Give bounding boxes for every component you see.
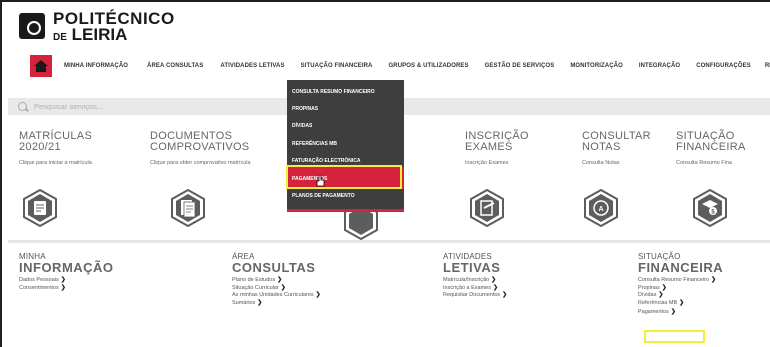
nav-integracao[interactable]: INTEGRAÇÃO [639, 63, 680, 69]
link-unidades-curriculares[interactable]: As minhas Unidades Curriculares ❯ [232, 292, 321, 300]
nav-re[interactable]: RE [765, 63, 770, 69]
link-referencias-mb[interactable]: Referências MB ❯ [638, 300, 723, 308]
logo-mark-icon [19, 13, 45, 39]
link-inscricao-exames[interactable]: Inscrição a Exames ❯ [443, 285, 507, 293]
grade-aplus-icon[interactable]: A [584, 188, 618, 228]
home-icon [34, 60, 48, 72]
card-title-line2: EXAMES [465, 141, 513, 153]
chevron-right-icon: ❯ [60, 277, 66, 283]
section-area-consultas: ÁREA CONSULTAS Plano de Estudos ❯ Situaçã… [232, 252, 321, 307]
nav-area-consultas[interactable]: ÁREA CONSULTAS [147, 63, 203, 69]
card-consultar-notas[interactable]: CONSULTAR NOTAS Consulta Notas [582, 131, 651, 167]
link-matricula-inscricao[interactable]: Matrícula/Inscrição ❯ [443, 277, 507, 285]
logo-de: DE [53, 32, 67, 43]
card-subtitle: Inscrição Exames [465, 160, 509, 166]
search-input[interactable]: Pesquisar serviços... [34, 102, 103, 111]
nav-grupos-utilizadores[interactable]: GRUPOS & UTILIZADORES [389, 63, 469, 69]
section-divider [8, 240, 770, 243]
nav-atividades-letivas[interactable]: ATIVIDADES LETIVAS [220, 63, 284, 69]
document-icon[interactable] [171, 188, 205, 228]
link-consulta-resumo[interactable]: Consulta Resumo Financeiro ❯ [638, 277, 723, 285]
chevron-right-icon: ❯ [315, 292, 321, 298]
search-icon [18, 102, 27, 111]
link-dados-pessoais[interactable]: Dados Pessoais ❯ [19, 277, 114, 285]
chevron-right-icon: ❯ [670, 309, 676, 315]
link-consentimentos[interactable]: Consentimentos ❯ [19, 285, 114, 293]
menu-item-propinas[interactable]: PROPINAS [292, 106, 318, 112]
menu-item-consulta-resumo[interactable]: CONSULTA RESUMO FINANCEIRO [292, 89, 375, 95]
card-title-line2: FINANCEIRA [676, 141, 746, 153]
link-dividas[interactable]: Dívidas ❯ [638, 292, 723, 300]
chevron-right-icon: ❯ [661, 284, 667, 291]
card-subtitle: Clique para obter comprovativo matrícula [150, 160, 251, 166]
chevron-right-icon: ❯ [60, 284, 66, 291]
svg-text:A: A [598, 206, 603, 213]
nav-configuracoes[interactable]: CONFIGURAÇÕES [696, 63, 751, 69]
hand-cursor-icon [316, 175, 325, 187]
politecnico-logo[interactable]: POLITÉCNICO DE LEIRIA [19, 10, 175, 43]
section-atividades-letivas: ATIVIDADES LETIVAS Matrícula/Inscrição ❯ … [443, 252, 507, 300]
nav-situacao-financeira[interactable]: SITUAÇÃO FINANCEIRA [301, 63, 373, 69]
section-title-line2: INFORMAÇÃO [19, 260, 114, 275]
card-documentos[interactable]: DOCUMENTOS COMPROVATIVOS Clique para obt… [150, 131, 251, 167]
card-matriculas[interactable]: MATRÍCULAS 2020/21 Clique para iniciar a… [19, 131, 92, 167]
card-subtitle: Consulta Notas [582, 160, 620, 166]
chevron-right-icon: ❯ [257, 299, 263, 306]
card-situacao-financeira[interactable]: SITUAÇÃO FINANCEIRA Consulta Resumo Fina [676, 131, 746, 167]
section-title-line2: CONSULTAS [232, 260, 316, 275]
graduation-money-icon[interactable]: $ [693, 188, 727, 228]
section-title-line2: LETIVAS [443, 260, 501, 275]
menu-item-planos-pagamento[interactable]: PLANOS DE PAGAMENTO [292, 193, 355, 199]
logo-line2: DE LEIRIA [53, 25, 175, 46]
card-subtitle: Consulta Resumo Fina [676, 160, 732, 166]
card-title-line2: NOTAS [582, 141, 621, 153]
chevron-right-icon: ❯ [493, 284, 499, 291]
section-situacao-financeira: SITUAÇÃO FINANCEIRA Consulta Resumo Fina… [638, 252, 723, 317]
highlight-box-pagamentos-link [644, 330, 705, 343]
link-situacao-curricular[interactable]: Situação Curricular ❯ [232, 285, 321, 293]
menu-item-referencias-mb[interactable]: REFERÊNCIAS MB [292, 141, 337, 147]
chevron-right-icon: ❯ [710, 277, 716, 283]
nav-minha-informacao[interactable]: MINHA INFORMAÇÃO [64, 63, 128, 69]
chevron-right-icon: ❯ [280, 284, 286, 291]
section-minha-informacao: MINHA INFORMAÇÃO Dados Pessoais ❯ Consent… [19, 252, 114, 292]
link-plano-estudos[interactable]: Plano de Estudos ❯ [232, 277, 321, 285]
section-title-line2: FINANCEIRA [638, 260, 724, 275]
section-links: Dados Pessoais ❯ Consentimentos ❯ [19, 277, 114, 292]
highlight-box-pagamentos-menu [286, 165, 402, 189]
chevron-right-icon: ❯ [277, 277, 283, 283]
chevron-right-icon: ❯ [658, 292, 664, 298]
logo-text: POLITÉCNICO DE LEIRIA [53, 10, 175, 46]
logo-leiria: LEIRIA [71, 25, 128, 44]
menu-item-faturacao[interactable]: FATURAÇÃO ELECTRÓNICA [292, 158, 361, 164]
section-links: Matrícula/Inscrição ❯ Inscrição a Exames ❯… [443, 277, 507, 300]
chevron-right-icon: ❯ [491, 277, 497, 283]
card-inscricao-exames[interactable]: INSCRIÇÃO EXAMES Inscrição Exames [465, 131, 529, 167]
link-requisitar-documentos[interactable]: Requisitar Documentos ❯ [443, 292, 507, 300]
section-links: Plano de Estudos ❯ Situação Curricular ❯ A… [232, 277, 321, 307]
checklist-icon[interactable] [23, 188, 57, 228]
top-navigation: MINHA INFORMAÇÃO ÁREA CONSULTAS ATIVIDAD… [30, 55, 770, 77]
home-button[interactable] [30, 55, 52, 77]
card-title-line2: COMPROVATIVOS [150, 141, 250, 153]
link-sumarios[interactable]: Sumários ❯ [232, 300, 321, 308]
link-propinas[interactable]: Propinas ❯ [638, 285, 723, 293]
chevron-right-icon: ❯ [679, 299, 685, 306]
card-subtitle: Clique para iniciar a matrícula [19, 160, 92, 166]
exam-edit-icon[interactable] [470, 188, 504, 228]
link-pagamentos[interactable]: Pagamentos ❯ [638, 309, 723, 317]
chevron-right-icon: ❯ [502, 292, 508, 298]
nav-gestao-servicos[interactable]: GESTÃO DE SERVIÇOS [485, 63, 555, 69]
menu-item-dividas[interactable]: DÍVIDAS [292, 123, 312, 129]
nav-monitorizacao[interactable]: MONITORIZAÇÃO [570, 63, 623, 69]
card-title-line2: 2020/21 [19, 141, 61, 153]
section-links: Consulta Resumo Financeiro ❯ Propinas ❯ Dí… [638, 277, 723, 317]
